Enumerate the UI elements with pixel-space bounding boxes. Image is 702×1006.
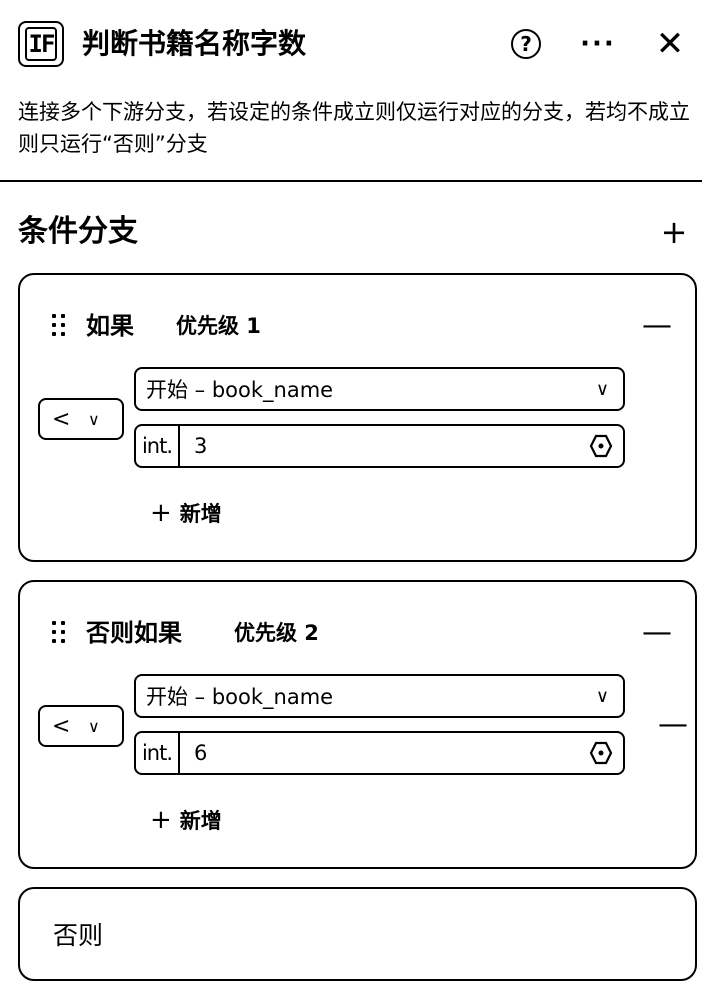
branch-priority: 优先级 2 (234, 621, 319, 645)
add-branch-button[interactable]: + (656, 212, 692, 252)
more-options-button[interactable]: ··· (580, 26, 616, 62)
left-operand-value: 开始 – book_name (146, 685, 334, 709)
help-icon: ? (511, 29, 541, 59)
chevron-down-icon: ∨ (88, 409, 100, 429)
if-icon-label: IF (24, 27, 58, 61)
help-button[interactable]: ? (508, 26, 544, 62)
branch-card-if: 如果 优先级 1 — < ∨ 开始 – book_name ∨ int. 3 +… (18, 273, 697, 562)
chevron-down-icon: ∨ (595, 685, 609, 707)
else-branch-name: 否则 (53, 921, 104, 950)
add-condition-label: 新增 (179, 809, 222, 833)
operator-value: < (52, 406, 71, 432)
branch-card-else: 否则 (18, 887, 697, 981)
right-operand-value[interactable]: 3 (194, 434, 589, 458)
add-condition-button[interactable]: + 新增 (150, 498, 222, 529)
right-operand-value[interactable]: 6 (194, 741, 589, 765)
operator-select[interactable]: < ∨ (38, 705, 124, 747)
variable-ref-icon[interactable] (589, 434, 613, 458)
branch-name: 否则如果 (86, 619, 182, 647)
value-type-label[interactable]: int. (136, 733, 180, 773)
chevron-down-icon: ∨ (595, 378, 609, 400)
node-title[interactable]: 判断书籍名称字数 (82, 24, 306, 64)
if-node-icon: IF (18, 21, 64, 67)
chevron-down-icon: ∨ (88, 716, 100, 736)
branch-card-elif: 否则如果 优先级 2 — < ∨ 开始 – book_name ∨ int. 6… (18, 580, 697, 869)
value-type-label[interactable]: int. (136, 426, 180, 466)
remove-condition-button[interactable]: — (658, 710, 688, 740)
left-operand-value: 开始 – book_name (146, 378, 334, 402)
operator-value: < (52, 713, 71, 739)
right-operand-input[interactable]: int. 3 (134, 424, 625, 468)
add-condition-label: 新增 (179, 502, 222, 526)
close-button[interactable]: ✕ (652, 24, 688, 64)
branch-name: 如果 (86, 312, 134, 340)
branch-priority: 优先级 1 (176, 314, 261, 338)
left-operand-select[interactable]: 开始 – book_name ∨ (134, 674, 625, 718)
remove-branch-button[interactable]: — (642, 311, 672, 341)
node-description: 连接多个下游分支，若设定的条件成立则仅运行对应的分支，若均不成立则只运行“否则”… (18, 100, 690, 156)
section-title: 条件分支 (18, 214, 138, 249)
node-header: IF 判断书籍名称字数 ? ··· ✕ 连接多个下游分支，若设定的条件成立则仅运… (0, 0, 702, 182)
left-operand-select[interactable]: 开始 – book_name ∨ (134, 367, 625, 411)
drag-handle-icon[interactable] (52, 314, 68, 338)
operator-select[interactable]: < ∨ (38, 398, 124, 440)
variable-ref-icon[interactable] (589, 741, 613, 765)
right-operand-input[interactable]: int. 6 (134, 731, 625, 775)
remove-branch-button[interactable]: — (642, 618, 672, 648)
drag-handle-icon[interactable] (52, 621, 68, 645)
add-condition-button[interactable]: + 新增 (150, 805, 222, 836)
